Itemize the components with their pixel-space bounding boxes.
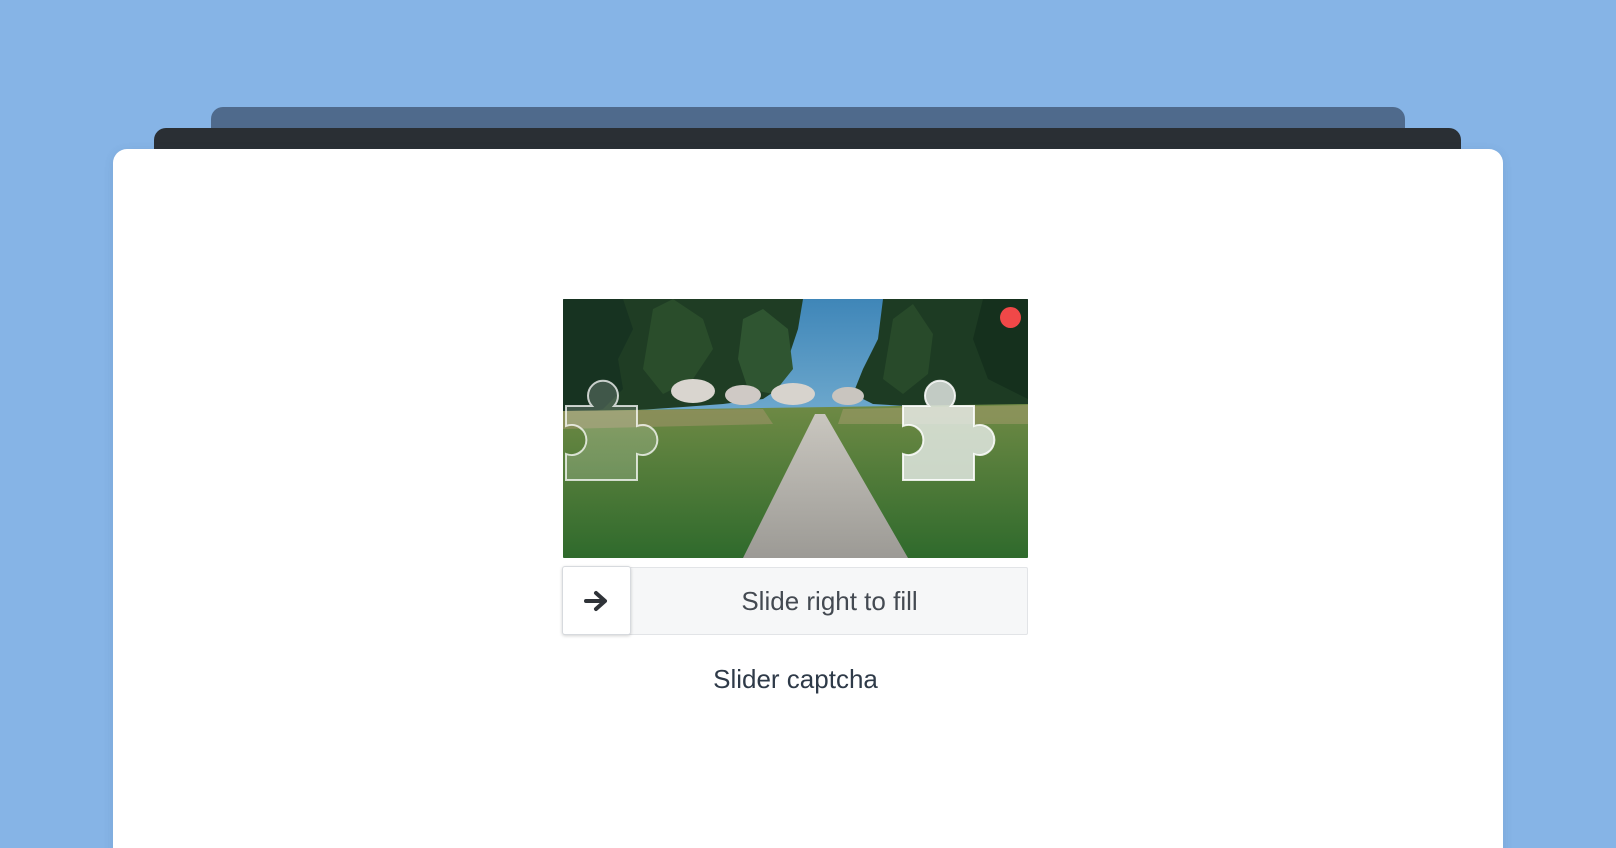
slider-label: Slide right to fill <box>741 586 918 616</box>
slider-track[interactable]: Slide right to fill <box>562 566 1028 635</box>
puzzle-image <box>563 299 1028 558</box>
refresh-dot[interactable] <box>1000 307 1021 328</box>
slider-handle[interactable] <box>562 566 631 635</box>
captcha-image <box>563 299 1028 558</box>
slider-captcha: Slide right to fill Slider captcha <box>562 299 1028 694</box>
captcha-caption: Slider captcha <box>713 664 878 694</box>
page-background: Slide right to fill Slider captcha <box>0 0 1616 848</box>
arrow-right-icon <box>583 590 607 611</box>
